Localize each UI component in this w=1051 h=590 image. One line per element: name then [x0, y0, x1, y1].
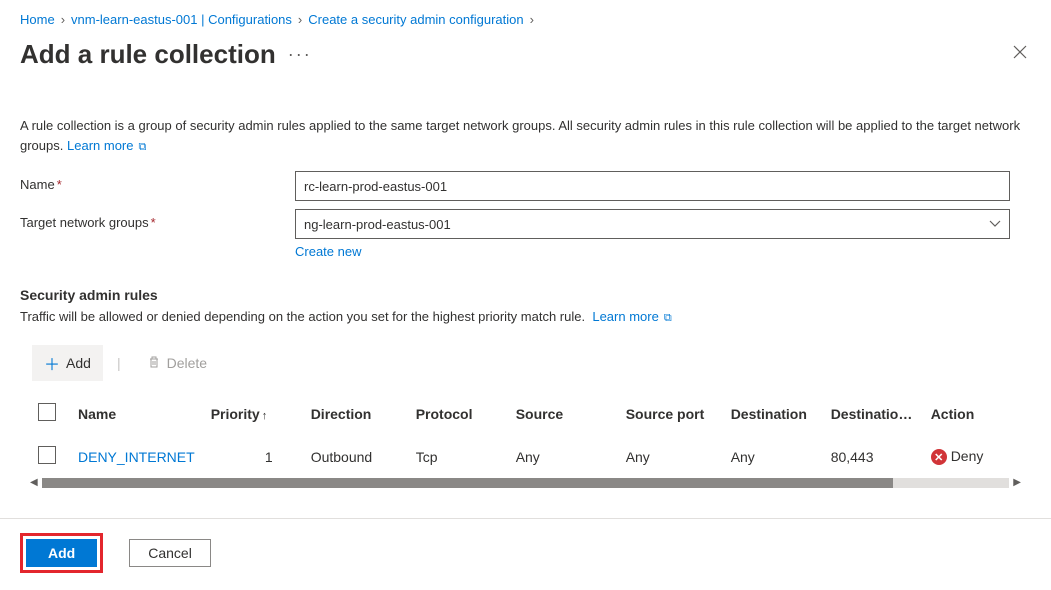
breadcrumb-item-create-config[interactable]: Create a security admin configuration — [308, 12, 523, 27]
cancel-button[interactable]: Cancel — [129, 539, 211, 567]
table-header-row: Name Priority↑ Direction Protocol Source… — [30, 391, 1021, 436]
add-rule-button[interactable]: ＋ Add — [32, 345, 103, 381]
name-input[interactable] — [295, 171, 1010, 201]
tng-label: Target network groups* — [20, 209, 295, 230]
breadcrumb: Home › vnm-learn-eastus-001 | Configurat… — [0, 0, 1051, 33]
scroll-right-icon[interactable]: ▶ — [1013, 477, 1021, 488]
close-icon[interactable] — [1009, 41, 1031, 68]
cell-action: ✕Deny — [923, 436, 1021, 477]
breadcrumb-item-home[interactable]: Home — [20, 12, 55, 27]
chevron-right-icon: › — [530, 12, 534, 27]
row-checkbox[interactable] — [38, 446, 56, 464]
col-source[interactable]: Source — [508, 391, 618, 436]
scroll-thumb[interactable] — [42, 478, 893, 488]
table-row[interactable]: DENY_INTERNET 1 Outbound Tcp Any Any Any… — [30, 436, 1021, 477]
col-destination-port[interactable]: Destinatio… — [823, 391, 923, 436]
external-link-icon: ⧉ — [135, 141, 146, 153]
page-title: Add a rule collection — [20, 39, 276, 70]
title-row: Add a rule collection ··· — [0, 33, 1051, 86]
description: A rule collection is a group of security… — [0, 86, 1051, 167]
rules-learn-more-link[interactable]: Learn more ⧉ — [592, 309, 671, 324]
select-all-checkbox[interactable] — [38, 403, 56, 421]
cell-priority: 1 — [203, 436, 303, 477]
create-new-link[interactable]: Create new — [295, 244, 1010, 259]
chevron-down-icon — [989, 217, 1001, 231]
more-icon[interactable]: ··· — [288, 44, 312, 65]
form-row-name: Name* — [0, 167, 1051, 205]
add-button[interactable]: Add — [26, 539, 97, 567]
cell-source-port: Any — [618, 436, 723, 477]
col-direction[interactable]: Direction — [303, 391, 408, 436]
add-button-highlight: Add — [20, 533, 103, 573]
rules-heading: Security admin rules — [0, 263, 1051, 309]
breadcrumb-item-configurations[interactable]: vnm-learn-eastus-001 | Configurations — [71, 12, 292, 27]
col-priority[interactable]: Priority↑ — [203, 391, 303, 436]
plus-icon: ＋ — [44, 351, 60, 375]
footer: Add Cancel — [0, 519, 1051, 587]
trash-icon — [147, 355, 161, 372]
chevron-right-icon: › — [298, 12, 302, 27]
rule-name-link[interactable]: DENY_INTERNET — [78, 449, 195, 465]
delete-rule-button[interactable]: Delete — [135, 349, 219, 378]
col-destination[interactable]: Destination — [723, 391, 823, 436]
cell-source: Any — [508, 436, 618, 477]
cell-destination-port: 80,443 — [823, 436, 923, 477]
cell-destination: Any — [723, 436, 823, 477]
tng-selected-value: ng-learn-prod-eastus-001 — [304, 217, 451, 232]
description-text: A rule collection is a group of security… — [20, 118, 1020, 153]
toolbar-separator: | — [117, 355, 121, 371]
cell-direction: Outbound — [303, 436, 408, 477]
rules-toolbar: ＋ Add | Delete — [0, 339, 1051, 391]
col-protocol[interactable]: Protocol — [408, 391, 508, 436]
chevron-right-icon: › — [61, 12, 65, 27]
target-network-groups-select[interactable]: ng-learn-prod-eastus-001 — [295, 209, 1010, 239]
form-row-tng: Target network groups* ng-learn-prod-eas… — [0, 205, 1051, 263]
scroll-track[interactable] — [42, 478, 1010, 488]
external-link-icon: ⧉ — [661, 312, 672, 324]
scroll-left-icon[interactable]: ◀ — [30, 477, 38, 488]
deny-icon: ✕ — [931, 449, 947, 465]
horizontal-scrollbar[interactable]: ◀ ▶ — [30, 477, 1021, 488]
cell-protocol: Tcp — [408, 436, 508, 477]
sort-asc-icon: ↑ — [262, 410, 268, 422]
col-action[interactable]: Action — [923, 391, 1021, 436]
rules-subtext: Traffic will be allowed or denied depend… — [0, 309, 1051, 339]
learn-more-link[interactable]: Learn more ⧉ — [67, 138, 146, 153]
name-label: Name* — [20, 171, 295, 192]
rules-table: Name Priority↑ Direction Protocol Source… — [0, 391, 1051, 477]
col-name[interactable]: Name — [70, 391, 203, 436]
col-source-port[interactable]: Source port — [618, 391, 723, 436]
